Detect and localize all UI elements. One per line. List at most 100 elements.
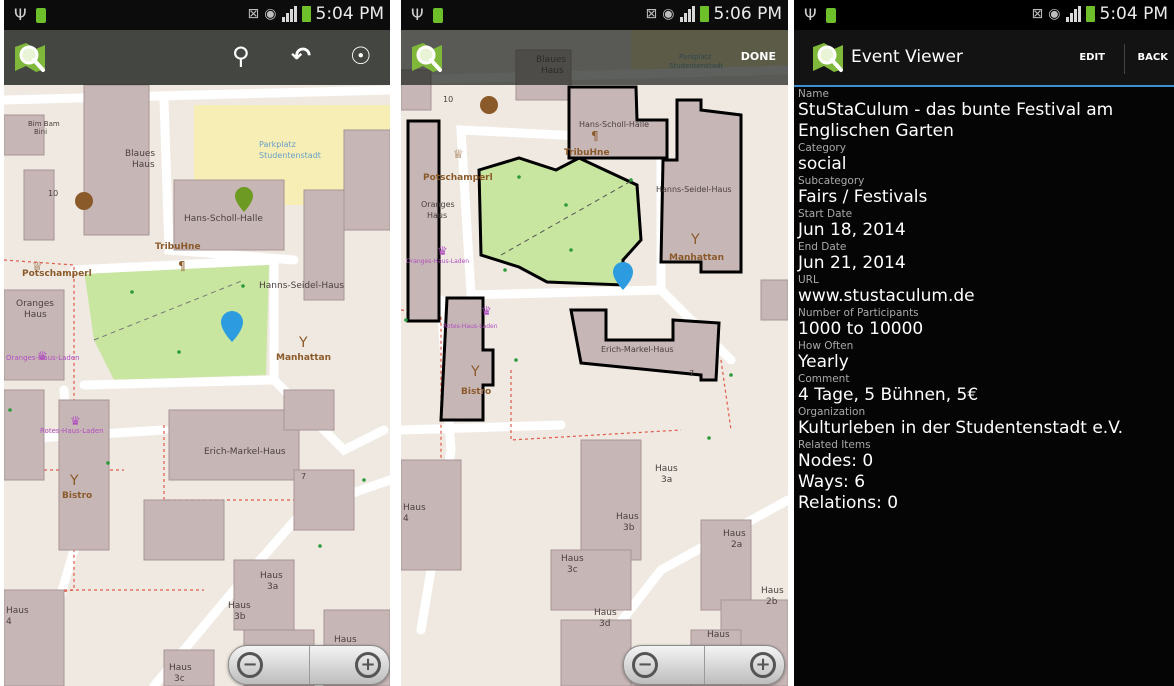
map-label: Bistro (461, 387, 491, 397)
map-label: 3b (234, 612, 246, 622)
map-label: Hanns-Seidel-Haus (656, 185, 732, 194)
related-nodes[interactable]: Nodes: 0 (798, 451, 1168, 472)
field-value-url[interactable]: www.stustaculum.de (798, 286, 1168, 307)
map-label: Haus (655, 464, 678, 474)
field-label: End Date (798, 241, 847, 253)
map-label: Manhattan (669, 253, 724, 263)
map-label: Hans-Scholl-Halle (184, 214, 263, 224)
usb-icon: Ψ (14, 5, 27, 24)
bar-icon: Y (470, 364, 480, 380)
map-label: Bini (34, 128, 47, 136)
map-label: Haus (260, 571, 283, 581)
map-label: Rotes-Haus-Laden (443, 323, 498, 330)
library-icon (480, 96, 498, 114)
field-label: Number of Participants (798, 307, 919, 319)
wifi-icon: ◉ (662, 6, 675, 22)
map-label: Blaues (125, 149, 155, 159)
map-label: Haus (334, 635, 357, 645)
wifi-icon: ◉ (264, 6, 277, 22)
map-label: Haus (616, 512, 639, 522)
map-label: 3a (661, 475, 672, 485)
map-label: Haus (132, 160, 155, 170)
zoom-in-icon: + (355, 652, 381, 678)
event-details: Name StuStaCulum - das bunte Festival am… (798, 88, 1168, 514)
signal-icon (679, 6, 695, 22)
app-logo-icon[interactable] (409, 39, 445, 75)
map-label: Haus (594, 608, 617, 618)
map-label: Potschamperl (423, 173, 493, 183)
map-label: Oranges (16, 299, 54, 309)
zoom-in-button[interactable]: + (310, 646, 390, 684)
restaurant-icon: ¶ (178, 259, 186, 273)
field-label: URL (798, 274, 819, 286)
map-label: 4 (403, 514, 409, 524)
field-label: Comment (798, 373, 850, 385)
map-label: 2a (731, 540, 742, 550)
signal-icon (281, 6, 297, 22)
locate-icon[interactable]: ☉ (350, 42, 372, 70)
map-label: Haus (6, 606, 29, 616)
field-value-start-date: Jun 18, 2014 (798, 220, 906, 240)
zoom-out-button[interactable]: − (229, 646, 310, 684)
clock: 5:06 PM (713, 4, 783, 24)
zoom-out-button[interactable]: − (624, 646, 705, 684)
field-value-organization: Kulturleben in der Studentenstadt e.V. (798, 418, 1124, 438)
restaurant-icon: ¶ (591, 129, 599, 143)
clock: 5:04 PM (1099, 4, 1169, 24)
status-bar: Ψ ⊠ ◉ 5:04 PM (4, 0, 390, 30)
app-logo-icon[interactable] (12, 39, 48, 75)
map-label: 7 (689, 369, 694, 378)
map-label: 4 (6, 617, 12, 627)
map-label: 3c (567, 565, 578, 575)
app-logo-icon[interactable] (810, 39, 846, 75)
map-label: Bim Bam (28, 120, 60, 128)
related-relations[interactable]: Relations: 0 (798, 493, 1168, 514)
map-label: Haus (723, 529, 746, 539)
search-icon[interactable]: ⚲ (232, 42, 250, 70)
map-label: Erich-Markel-Haus (601, 345, 674, 354)
edit-button[interactable]: EDIT (1079, 52, 1105, 63)
edit-toolbar: DONE (401, 30, 788, 85)
status-bar: Ψ ⊠ ◉ 5:04 PM (794, 0, 1174, 30)
map-label: Haus (427, 211, 447, 220)
zoom-controls: − + (623, 645, 785, 685)
map-label: Oranges-Haus-Laden (406, 258, 469, 265)
field-label: Related Items (798, 439, 871, 451)
map-label: 3c (174, 674, 185, 684)
bar-icon: Y (69, 473, 79, 489)
mute-icon: ⊠ (1031, 6, 1044, 22)
map-view[interactable]: ♕ ¶ Y Y ♛ ♛ Blaues Haus 10 Parkplatz Stu… (401, 30, 788, 686)
zoom-controls: − + (228, 645, 390, 685)
map-label: Studentenstadt (259, 151, 321, 160)
map-label: Haus (761, 586, 784, 596)
map-view[interactable]: ♕ Y Y ♛ ♛ ¶ Bim Bam Bini Blaues Haus 10 … (4, 30, 390, 686)
undo-icon[interactable]: ↶ (291, 42, 311, 70)
zoom-out-icon: − (237, 652, 263, 678)
library-icon (75, 192, 93, 210)
map-label: Rotes-Haus-Laden (40, 427, 104, 435)
divider (1124, 44, 1125, 74)
done-button[interactable]: DONE (741, 50, 776, 63)
related-ways[interactable]: Ways: 6 (798, 472, 1168, 493)
field-label: Start Date (798, 208, 853, 220)
field-value-name: StuStaCulum - das bunte Festival am Engl… (798, 100, 1114, 141)
map-label: Oranges (421, 200, 455, 209)
map-toolbar: ⚲ ↶ ☉ (4, 30, 390, 85)
wifi-icon: ◉ (1048, 6, 1061, 22)
screen-title: Event Viewer (851, 47, 963, 67)
map-label: 3a (267, 582, 278, 592)
shop-icon: ♛ (70, 414, 81, 428)
mute-icon: ⊠ (645, 6, 658, 22)
back-button[interactable]: BACK (1138, 52, 1168, 63)
map-label: Haus (169, 663, 192, 673)
shop-icon: ♛ (437, 244, 448, 258)
battery-icon (1085, 6, 1095, 22)
bar-icon: Y (690, 232, 700, 248)
map-label: Haus (24, 310, 47, 320)
map-label: 7 (301, 472, 306, 481)
map-screen: ♕ Y Y ♛ ♛ ¶ Bim Bam Bini Blaues Haus 10 … (4, 0, 390, 686)
map-label: TribuHne (155, 242, 201, 252)
map-label: 2b (766, 597, 778, 607)
zoom-in-button[interactable]: + (705, 646, 785, 684)
field-label: Subcategory (798, 175, 865, 187)
